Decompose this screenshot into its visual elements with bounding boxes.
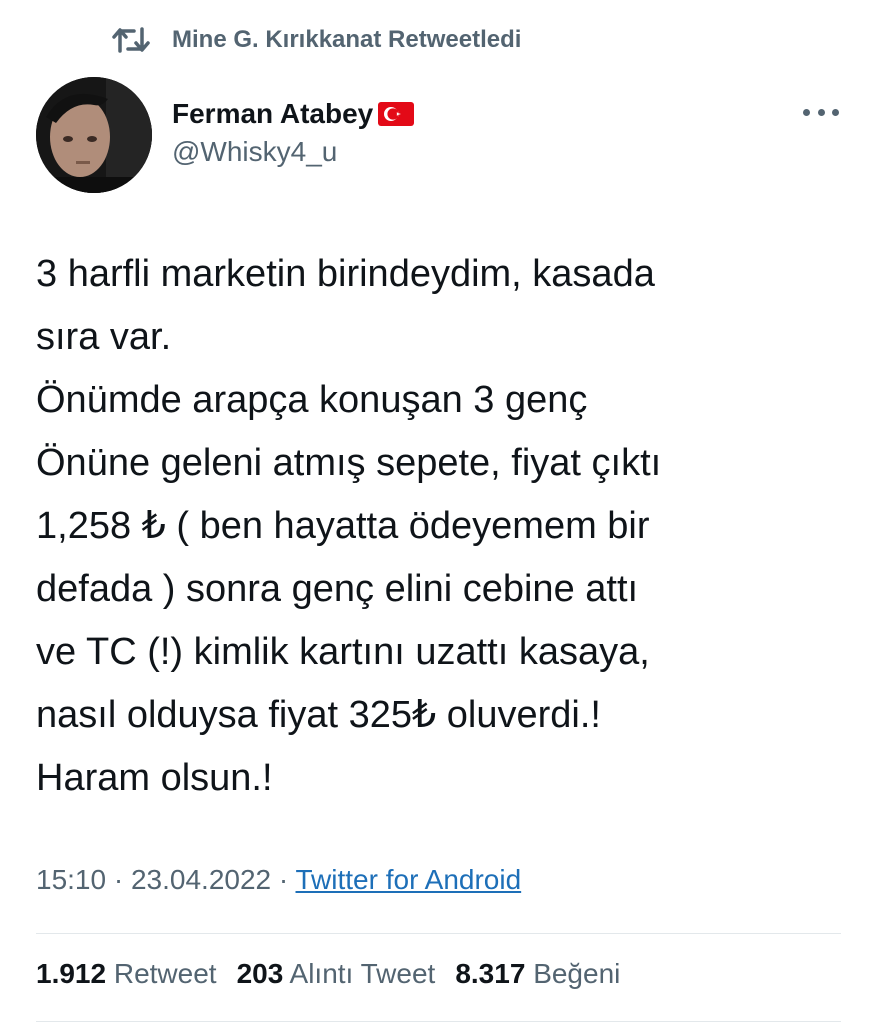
more-options-button[interactable]	[803, 100, 839, 124]
tweet-text: 3 harfli marketin birindeydim, kasada sı…	[36, 253, 662, 799]
quote-label: Alıntı Tweet	[289, 958, 436, 989]
avatar[interactable]	[36, 77, 152, 193]
divider	[36, 933, 841, 934]
retweet-label: Retweet	[113, 958, 217, 989]
meta-separator: ·	[113, 864, 124, 895]
retweet-label: Mine G. Kırıkkanat Retweetledi	[172, 26, 522, 53]
retweet-icon	[112, 27, 150, 53]
retweet-count-link[interactable]: 1.912 Retweet	[36, 958, 217, 990]
meta-separator: ·	[278, 864, 289, 895]
like-label: Beğeni	[533, 958, 621, 989]
like-count-link[interactable]: 8.317 Beğeni	[455, 958, 620, 990]
quote-count-link[interactable]: 203 Alıntı Tweet	[237, 958, 436, 990]
tweet-source-link[interactable]: Twitter for Android	[296, 864, 522, 895]
quote-count: 203	[236, 958, 284, 989]
retweet-count: 1.912	[36, 958, 107, 989]
author-name-row[interactable]: Ferman Atabey	[172, 96, 415, 132]
avatar-image	[36, 77, 152, 193]
more-dot-icon	[817, 108, 825, 116]
tweet-date: 23.04.2022	[130, 864, 272, 895]
author-handle: @Whisky4_u	[172, 136, 338, 167]
more-dot-icon	[832, 108, 839, 116]
author-name: Ferman Atabey	[172, 98, 374, 129]
divider	[36, 1021, 841, 1022]
turkey-flag-icon	[378, 102, 415, 126]
tweet-stats: 1.912 Retweet 203 Alıntı Tweet 8.317 Beğ…	[36, 958, 620, 990]
tweet-meta: 15:10 · 23.04.2022 · Twitter for Android	[36, 864, 521, 896]
more-dot-icon	[803, 108, 810, 116]
author-block[interactable]: Ferman Atabey @Whisky4_u	[172, 96, 415, 168]
like-count: 8.317	[455, 958, 526, 989]
tweet-time: 15:10	[36, 864, 107, 895]
retweet-context[interactable]: Mine G. Kırıkkanat Retweetledi	[112, 22, 521, 58]
